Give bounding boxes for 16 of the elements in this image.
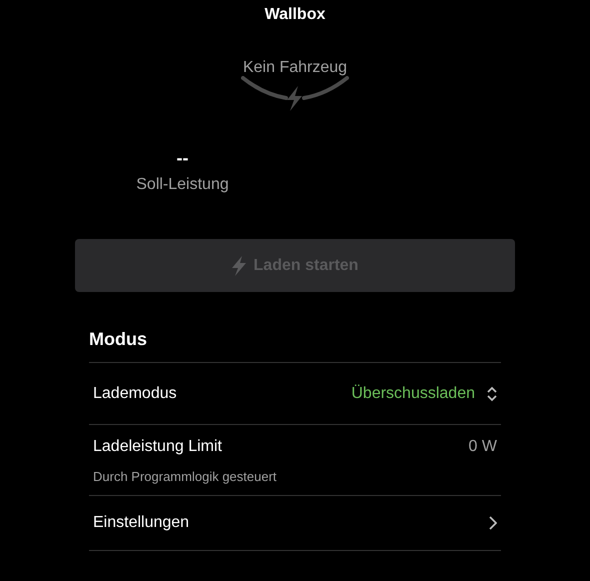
settings-row[interactable]: Einstellungen <box>89 496 501 551</box>
page-title: Wallbox <box>264 5 326 25</box>
setting-value: 0 W <box>468 437 497 457</box>
vehicle-status: Kein Fahrzeug <box>242 58 348 78</box>
plug-arc-icon <box>241 76 349 112</box>
up-down-chevron-icon <box>487 386 497 402</box>
setting-note: Durch Programmlogik gesteuert <box>93 469 278 485</box>
settings-label: Einstellungen <box>93 513 190 533</box>
setting-label: Lademodus <box>93 384 177 404</box>
section-title: Modus <box>89 328 501 363</box>
setting-label: Ladeleistung Limit <box>93 437 222 457</box>
chevron-right-icon <box>489 516 497 530</box>
setpoint-value: -- <box>176 148 188 168</box>
charge-mode-select[interactable]: Überschussladen <box>351 384 497 404</box>
setpoint-label: Soll-Leistung <box>136 175 229 195</box>
lightning-icon <box>232 256 246 276</box>
